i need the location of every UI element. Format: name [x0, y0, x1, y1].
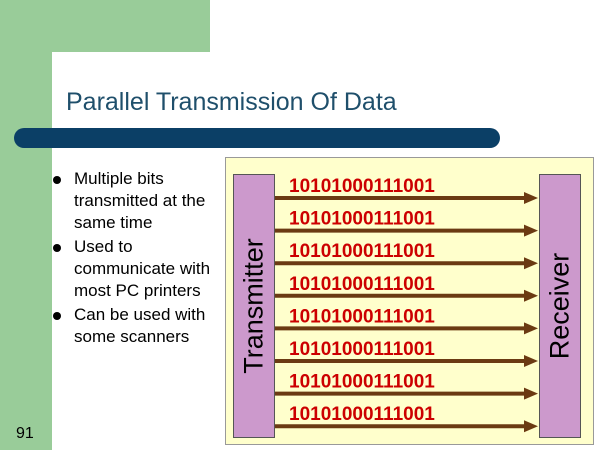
bit-stream-label: 10101000111001 [289, 372, 435, 393]
bit-stream-label: 10101000111001 [289, 306, 435, 327]
bit-stream-label: 10101000111001 [289, 274, 435, 295]
arrowhead-icon [524, 257, 538, 270]
arrowhead-icon [524, 224, 538, 237]
arrowhead-icon [524, 192, 538, 204]
arrowhead-icon [524, 387, 538, 400]
arrowhead-icon [524, 420, 538, 433]
bit-stream-label: 10101000111001 [289, 339, 435, 360]
bit-stream-label: 10101000111001 [289, 404, 435, 425]
bit-stream-label: 10101000111001 [289, 241, 435, 262]
parallel-streams: 10101000111001 10101000111001 101010001110… [275, 176, 538, 433]
bit-stream-label: 10101000111001 [289, 176, 435, 197]
arrowhead-icon [524, 355, 538, 367]
arrowhead-icon [524, 322, 538, 335]
bit-stream-label: 10101000111001 [289, 209, 435, 230]
arrowhead-icon [524, 289, 538, 302]
